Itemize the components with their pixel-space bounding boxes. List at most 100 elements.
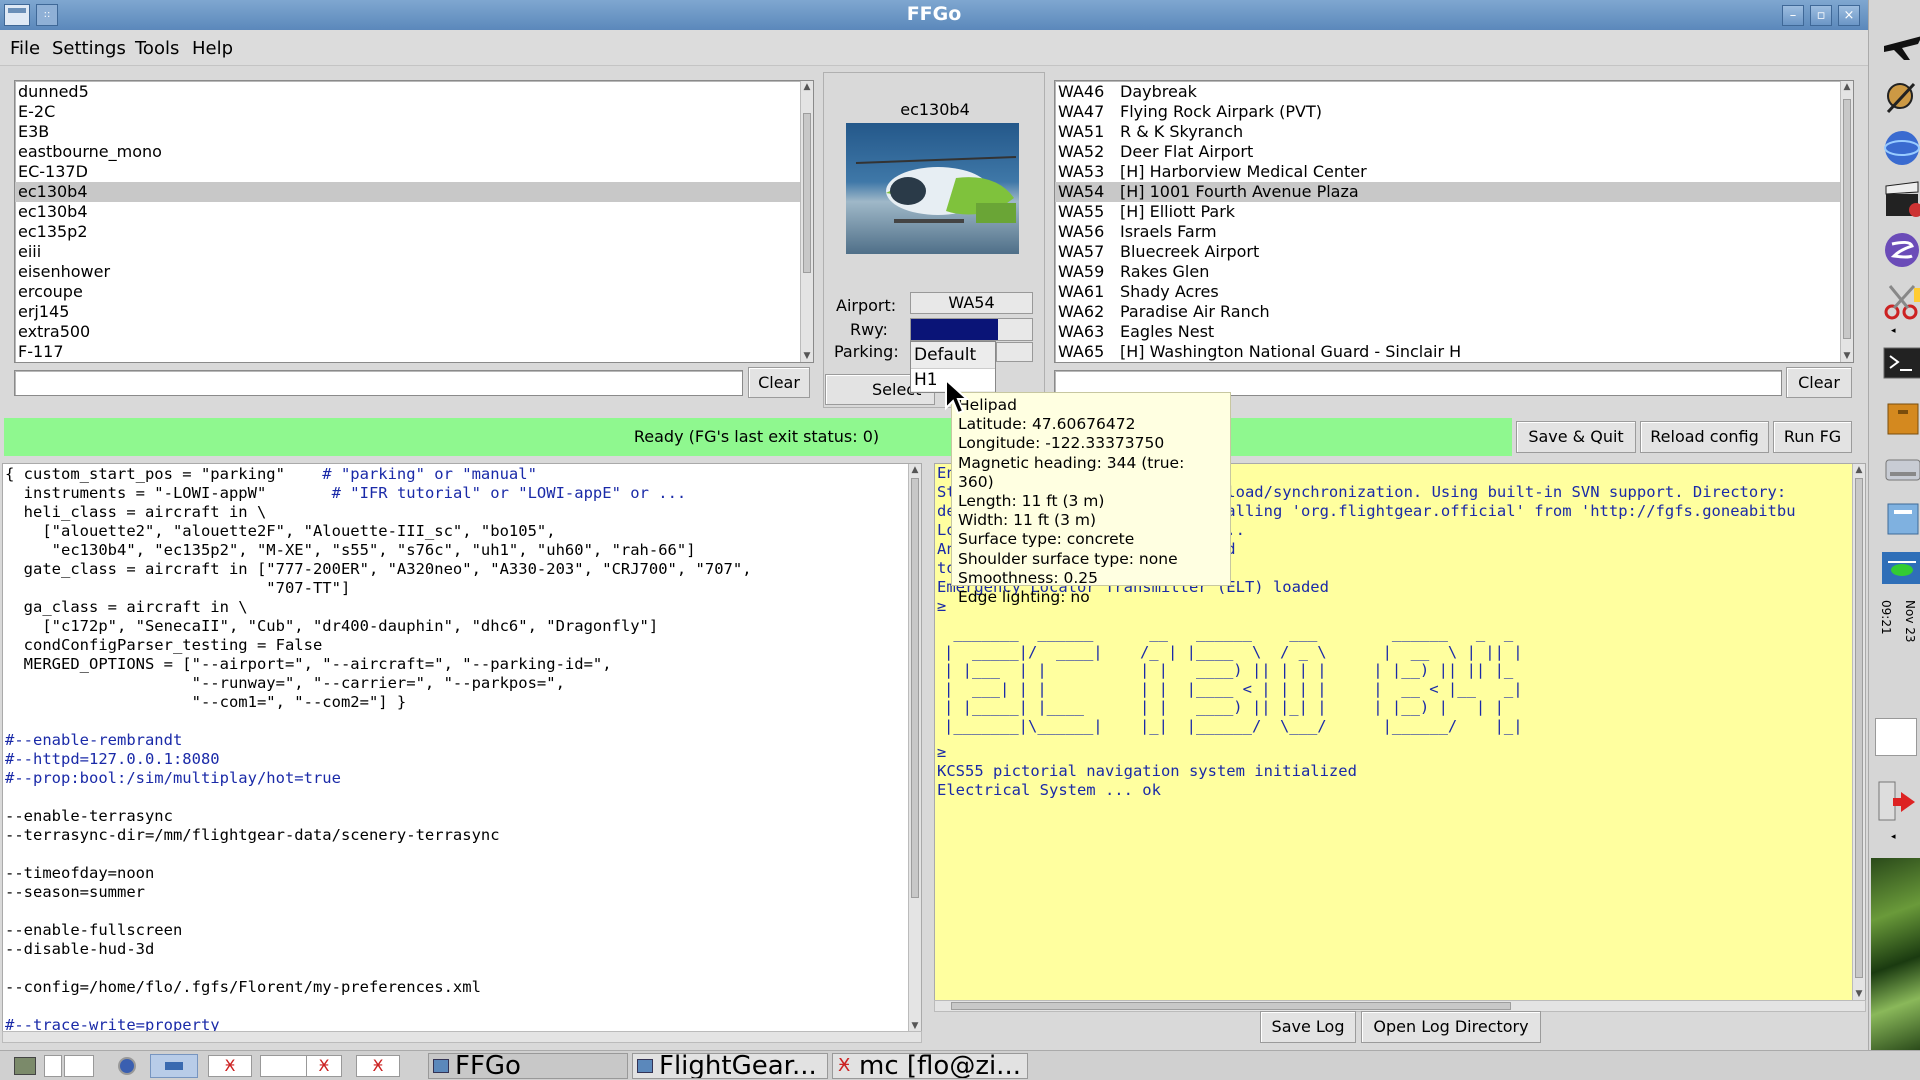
menu-file[interactable]: File: [10, 38, 40, 59]
list-item[interactable]: WA57 Bluecreek Airport: [1055, 242, 1853, 262]
dock-arrow-icon[interactable]: ◂: [1891, 326, 1896, 336]
minimize-icon[interactable]: –: [1782, 5, 1804, 26]
config-line: [5, 902, 919, 921]
airport-code: WA46: [1058, 82, 1105, 101]
task-flightgear[interactable]: FlightGear...: [632, 1053, 828, 1079]
desktop-1-icon[interactable]: [44, 1055, 62, 1077]
list-item[interactable]: WA65 [H] Washington National Guard - Sinc…: [1055, 342, 1853, 362]
scissors-icon[interactable]: [1880, 282, 1920, 322]
archive-icon[interactable]: [1880, 398, 1920, 438]
maximize-icon[interactable]: ▫: [1810, 5, 1832, 26]
list-item[interactable]: WA47 Flying Rock Airpark (PVT): [1055, 102, 1853, 122]
list-item[interactable]: eiii: [15, 242, 813, 262]
list-item[interactable]: WA53 [H] Harborview Medical Center: [1055, 162, 1853, 182]
list-item[interactable]: ec130b4: [15, 202, 813, 222]
browser-icon[interactable]: [118, 1057, 136, 1075]
list-item[interactable]: eisenhower: [15, 262, 813, 282]
list-item[interactable]: F-117: [15, 342, 813, 362]
config-line: [5, 845, 919, 864]
exit-icon[interactable]: [1875, 780, 1917, 822]
menu-help[interactable]: Help: [192, 38, 233, 59]
list-item[interactable]: WA55 [H] Elliott Park: [1055, 202, 1853, 222]
fg-desktop-icon-3[interactable]: Ӿ: [356, 1055, 400, 1077]
files-icon[interactable]: [1880, 498, 1920, 538]
list-item[interactable]: dunned5: [15, 82, 813, 102]
start-menu-icon[interactable]: [14, 1057, 36, 1075]
close-icon[interactable]: ×: [1838, 5, 1860, 26]
desktop-5-icon[interactable]: [260, 1055, 310, 1077]
reload-config-button[interactable]: Reload config: [1640, 421, 1769, 453]
airport-list-scrollbar[interactable]: ▲ ▼: [1840, 81, 1853, 362]
drive-icon[interactable]: [1880, 448, 1920, 488]
desktop-3-icon[interactable]: [150, 1054, 198, 1078]
config-code: "ec130b4", "ec135p2", "M-XE", "s55", "s7…: [5, 541, 696, 559]
pager-icon[interactable]: [1875, 718, 1917, 756]
list-item[interactable]: WA61 Shady Acres: [1055, 282, 1853, 302]
airport-clear-button[interactable]: Clear: [1786, 367, 1852, 398]
list-item[interactable]: E3B: [15, 122, 813, 142]
list-item[interactable]: ec130b4: [15, 182, 813, 202]
save-quit-button[interactable]: Save & Quit: [1516, 421, 1636, 453]
list-item[interactable]: WA54 [H] 1001 Fourth Avenue Plaza: [1055, 182, 1853, 202]
list-item[interactable]: EC-137D: [15, 162, 813, 182]
plane-icon[interactable]: [1880, 24, 1920, 64]
airport-name: R & K Skyranch: [1120, 122, 1244, 141]
list-item[interactable]: E-2C: [15, 102, 813, 122]
runway-label: Rwy:: [850, 320, 888, 339]
task-mc[interactable]: Ӿmc [flo@zi...: [832, 1053, 1028, 1079]
fg-desktop-icon-2[interactable]: Ӿ: [306, 1055, 342, 1077]
tooltip-line: Edge lighting: no: [958, 588, 1090, 607]
list-item[interactable]: erj145: [15, 302, 813, 322]
desktop-2-icon[interactable]: [64, 1055, 94, 1077]
config-code: gate_class = aircraft in ["777-200ER", "…: [5, 560, 752, 578]
terminal-icon[interactable]: [1880, 344, 1920, 384]
status-text: Ready (FG's last exit status: 0): [633, 427, 880, 446]
list-item[interactable]: extra500: [15, 322, 813, 342]
globe-icon[interactable]: [1880, 128, 1920, 168]
fg-desktop-icon[interactable]: Ӿ: [208, 1055, 252, 1077]
airport-name: [H] Elliott Park: [1120, 202, 1236, 221]
helicopter-icon[interactable]: [1880, 548, 1920, 588]
dropdown-option-default[interactable]: Default: [911, 342, 995, 368]
log-scrollbar[interactable]: ▲ ▼: [1852, 464, 1865, 1000]
config-editor-hscrollbar[interactable]: [2, 1031, 922, 1043]
aircraft-clear-button[interactable]: Clear: [748, 367, 810, 398]
log-banner-line: | |___ | | | | ____) || | | | | |__) || …: [944, 661, 1514, 679]
menu-tools[interactable]: Tools: [135, 38, 179, 59]
airport-code: WA62: [1058, 302, 1105, 321]
aircraft-list-scrollbar[interactable]: ▲ ▼: [800, 81, 813, 362]
aircraft-list[interactable]: dunned5 E-2C E3B eastbourne_mono EC-137D ec13…: [14, 80, 814, 363]
parking-select[interactable]: [996, 342, 1033, 362]
list-item[interactable]: WA59 Rakes Glen: [1055, 262, 1853, 282]
list-item[interactable]: WA63 Eagles Nest: [1055, 322, 1853, 342]
list-item[interactable]: WA56 Israels Farm: [1055, 222, 1853, 242]
list-item[interactable]: eastbourne_mono: [15, 142, 813, 162]
airport-field[interactable]: WA54: [910, 292, 1033, 314]
list-item[interactable]: WA52 Deer Flat Airport: [1055, 142, 1853, 162]
tools-icon[interactable]: [1880, 78, 1920, 118]
list-item[interactable]: WA62 Paradise Air Ranch: [1055, 302, 1853, 322]
aircraft-filter-input[interactable]: [14, 370, 743, 396]
airport-code: WA53: [1058, 162, 1105, 181]
runway-select[interactable]: [910, 318, 1033, 341]
config-code: ga_class = aircraft in \: [5, 598, 248, 616]
airport-list[interactable]: WA46 Daybreak WA47 Flying Rock Airpark (PVT…: [1054, 80, 1854, 363]
config-editor-scrollbar[interactable]: ▲ ▼: [908, 464, 921, 1032]
run-fg-button[interactable]: Run FG: [1773, 421, 1852, 453]
list-item[interactable]: WA46 Daybreak: [1055, 82, 1853, 102]
airport-code: WA65: [1058, 342, 1105, 361]
menu-settings[interactable]: Settings: [52, 38, 126, 59]
clapper-icon[interactable]: [1880, 180, 1920, 220]
config-line: "--com1=", "--com2="] }: [5, 693, 919, 712]
dock-arrow-icon-2[interactable]: ◂: [1891, 832, 1896, 842]
open-log-directory-button[interactable]: Open Log Directory: [1361, 1011, 1541, 1043]
airport-code: WA55: [1058, 202, 1105, 221]
save-log-button[interactable]: Save Log: [1260, 1011, 1356, 1043]
emacs-icon[interactable]: [1880, 230, 1920, 270]
config-editor[interactable]: { custom_start_pos = "parking" # "parkin…: [2, 463, 922, 1033]
list-item[interactable]: ercoupe: [15, 282, 813, 302]
config-line: gate_class = aircraft in ["777-200ER", "…: [5, 560, 919, 579]
list-item[interactable]: ec135p2: [15, 222, 813, 242]
task-ffgo[interactable]: FFGo: [428, 1053, 628, 1079]
list-item[interactable]: WA51 R & K Skyranch: [1055, 122, 1853, 142]
